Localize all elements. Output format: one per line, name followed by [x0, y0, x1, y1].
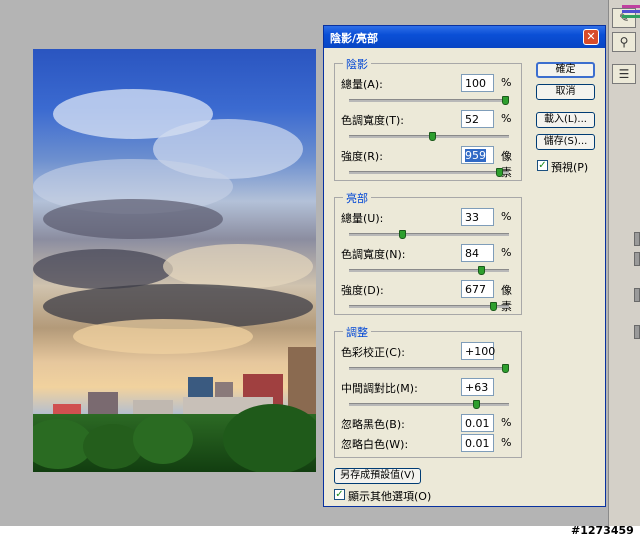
shadows-amount-label: 總量(A):	[341, 78, 383, 91]
panel-handle[interactable]	[634, 232, 640, 246]
highlights-radius-row: 強度(D): 677 像素	[341, 280, 521, 313]
midtone-contrast-slider[interactable]	[349, 400, 509, 409]
slider-thumb[interactable]	[399, 230, 406, 239]
shadows-radius-input[interactable]: 959	[461, 146, 494, 164]
slider-thumb[interactable]	[490, 302, 497, 311]
panel-handle[interactable]	[634, 288, 640, 302]
shadows-amount-row: 總量(A): 100 %	[341, 74, 521, 92]
white-clip-label: 忽略白色(W):	[341, 438, 409, 451]
slider-thumb[interactable]	[502, 96, 509, 105]
color-correction-input[interactable]: +100	[461, 342, 495, 360]
adjustments-group: 調整 色彩校正(C): +100 中間調對比(M): +63 忽略黑色(B): …	[334, 324, 522, 458]
unit-label: %	[501, 436, 512, 449]
highlights-group-label: 亮部	[343, 190, 371, 206]
highlights-radius-label: 強度(D):	[341, 284, 384, 297]
shadows-tonal-width-label: 色調寬度(T):	[341, 114, 405, 127]
history-icon[interactable]: ☰	[612, 64, 636, 84]
dialog-title: 陰影/亮部	[330, 32, 379, 45]
highlights-radius-input[interactable]: 677	[461, 280, 494, 298]
unit-label: %	[501, 246, 512, 259]
black-clip-label: 忽略黑色(B):	[341, 418, 405, 431]
save-as-defaults-button[interactable]: 另存成預設值(V)	[334, 468, 421, 484]
highlights-amount-row: 總量(U): 33 %	[341, 208, 521, 226]
swatch	[622, 10, 640, 13]
show-more-options-checkbox[interactable]: ✓	[334, 489, 345, 500]
swatch	[622, 15, 640, 18]
highlights-tonal-width-input[interactable]: 84	[461, 244, 494, 262]
color-correction-label: 色彩校正(C):	[341, 346, 405, 359]
unit-label: %	[501, 210, 512, 223]
shadows-amount-input[interactable]: 100	[461, 74, 494, 92]
panel-handle[interactable]	[634, 325, 640, 339]
midtone-contrast-label: 中間調對比(M):	[341, 382, 418, 395]
shadow-highlight-dialog: 陰影/亮部 ✕ 陰影 總量(A): 100 % 色調寬度(T): 52 % 強度…	[323, 25, 606, 507]
shadows-radius-row: 強度(R): 959 像素	[341, 146, 521, 179]
stamp-tool-icon[interactable]: ⚲	[612, 32, 636, 52]
midtone-contrast-input[interactable]: +63	[461, 378, 494, 396]
color-correction-slider[interactable]	[349, 364, 509, 373]
highlights-amount-label: 總量(U):	[341, 212, 384, 225]
preview-label[interactable]: 預視(P)	[551, 159, 588, 175]
cancel-button[interactable]: 取消	[536, 84, 595, 100]
highlights-tonal-width-slider[interactable]	[349, 266, 509, 275]
slider-thumb[interactable]	[478, 266, 485, 275]
highlights-amount-input[interactable]: 33	[461, 208, 494, 226]
document-canvas-photo[interactable]	[33, 49, 316, 472]
load-button[interactable]: 載入(L)...	[536, 112, 595, 128]
bottom-margin	[0, 526, 640, 539]
shadows-tonal-width-input[interactable]: 52	[461, 110, 494, 128]
black-clip-input[interactable]: 0.01	[461, 414, 494, 432]
highlights-tonal-width-label: 色調寬度(N):	[341, 248, 406, 261]
slider-thumb[interactable]	[502, 364, 509, 373]
unit-label: %	[501, 76, 512, 89]
swatch	[622, 5, 640, 8]
watermark-text: #1273459	[571, 524, 634, 537]
preview-checkbox[interactable]: ✓	[537, 160, 548, 171]
slider-thumb[interactable]	[496, 168, 503, 177]
slider-thumb[interactable]	[473, 400, 480, 409]
slider-thumb[interactable]	[429, 132, 436, 141]
black-clip-row: 忽略黑色(B): 0.01 %	[341, 414, 521, 432]
adjustments-group-label: 調整	[343, 324, 371, 340]
shadows-tonal-width-slider[interactable]	[349, 132, 509, 141]
midtone-contrast-row: 中間調對比(M): +63	[341, 378, 521, 396]
shadows-group-label: 陰影	[343, 56, 371, 72]
color-correction-row: 色彩校正(C): +100	[341, 342, 521, 360]
unit-label: %	[501, 112, 512, 125]
unit-label: %	[501, 416, 512, 429]
selected-text: 959	[465, 149, 486, 162]
dialog-title-bar[interactable]: 陰影/亮部 ✕	[324, 26, 605, 48]
highlights-amount-slider[interactable]	[349, 230, 509, 239]
white-clip-row: 忽略白色(W): 0.01 %	[341, 434, 521, 452]
close-button[interactable]: ✕	[583, 29, 599, 45]
save-button[interactable]: 儲存(S)...	[536, 134, 595, 150]
ok-button[interactable]: 確定	[536, 62, 595, 78]
highlights-group: 亮部 總量(U): 33 % 色調寬度(N): 84 % 強度(D): 677 …	[334, 190, 522, 315]
shadows-amount-slider[interactable]	[349, 96, 509, 105]
show-more-options-label[interactable]: 顯示其他選項(O)	[348, 488, 431, 504]
unit-label: 像素	[501, 284, 512, 313]
white-clip-input[interactable]: 0.01	[461, 434, 494, 452]
highlights-radius-slider[interactable]	[349, 302, 509, 311]
shadows-group: 陰影 總量(A): 100 % 色調寬度(T): 52 % 強度(R): 959…	[334, 56, 522, 181]
shadows-radius-slider[interactable]	[349, 168, 509, 177]
panel-handle[interactable]	[634, 252, 640, 266]
shadows-radius-label: 強度(R):	[341, 150, 383, 163]
highlights-tonal-width-row: 色調寬度(N): 84 %	[341, 244, 521, 262]
unit-label: 像素	[501, 150, 512, 179]
shadows-tonal-width-row: 色調寬度(T): 52 %	[341, 110, 521, 128]
